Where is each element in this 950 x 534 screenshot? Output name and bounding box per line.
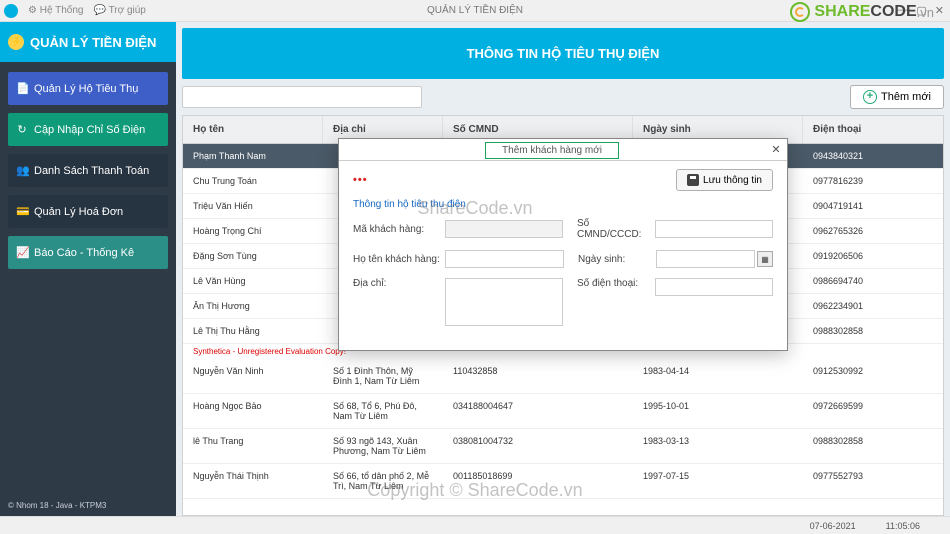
table-row[interactable]: Nguyễn Văn NinhSố 1 Đình Thôn, Mỹ Đình 1… <box>183 359 943 394</box>
refresh-icon: ↻ <box>16 123 28 136</box>
dialog-dots: ••• <box>353 174 368 186</box>
brand: ⚡ QUẢN LÝ TIỀN ĐIỆN <box>0 22 176 62</box>
table-row[interactable]: Nguyễn Thái ThịnhSố 66, tổ dân phố 2, Mễ… <box>183 464 943 499</box>
sidebar-item-label: Quản Lý Hộ Tiêu Thụ <box>34 83 138 95</box>
doc-icon: 📄 <box>16 82 28 95</box>
table-row[interactable]: Hoàng Ngọc BảoSố 68, Tổ 6, Phú Đô, Nam T… <box>183 394 943 429</box>
users-icon: 👥 <box>16 164 28 177</box>
label-hoten: Họ tên khách hàng: <box>353 254 445 265</box>
label-diachi: Địa chỉ: <box>353 278 445 289</box>
sidebar-item-label: Cập Nhập Chỉ Số Điện <box>34 124 145 136</box>
page-title: THÔNG TIN HỘ TIÊU THỤ ĐIỆN <box>182 28 944 79</box>
calendar-icon[interactable]: ▦ <box>757 251 773 267</box>
sidebar-item-label: Báo Cáo - Thống Kê <box>34 247 134 259</box>
add-customer-dialog: Thêm khách hàng mới ✕ ••• Lưu thông tin … <box>338 138 788 351</box>
input-cmnd[interactable] <box>655 220 773 238</box>
dialog-section-title: Thông tin hộ tiêu thụ điện <box>353 199 773 210</box>
chart-icon: 📈 <box>16 246 28 259</box>
dialog-title: Thêm khách hàng mới <box>485 142 619 159</box>
plus-icon: + <box>863 90 877 104</box>
app-icon <box>4 4 18 18</box>
add-button[interactable]: + Thêm mới <box>850 85 944 109</box>
minimize-icon[interactable]: — <box>897 4 908 17</box>
maximize-icon[interactable]: ▢ <box>916 4 926 17</box>
window-title: QUẢN LÝ TIỀN ĐIỆN <box>427 5 523 16</box>
input-makh[interactable] <box>445 220 563 238</box>
status-date: 07-06-2021 <box>810 521 856 531</box>
status-bar: 07-06-2021 11:05:06 <box>0 516 950 534</box>
col-name[interactable]: Họ tên <box>183 116 323 143</box>
window-titlebar: ⚙ Hệ Thống 💬 Trợ giúp QUẢN LÝ TIỀN ĐIỆN … <box>0 0 950 22</box>
label-cmnd: Số CMND/CCCD: <box>577 218 655 240</box>
search-input[interactable] <box>182 86 422 108</box>
input-sdt[interactable] <box>655 278 773 296</box>
sidebar-footer: © Nhom 18 - Java - KTPM3 <box>0 495 176 516</box>
label-ngaysinh: Ngày sinh: <box>578 254 656 265</box>
bolt-icon: ⚡ <box>8 34 24 50</box>
sidebar-item-label: Quản Lý Hoá Đơn <box>34 206 123 218</box>
sidebar-item-hoa-don[interactable]: 💳 Quản Lý Hoá Đơn <box>8 195 168 228</box>
menu-system[interactable]: ⚙ Hệ Thống <box>28 5 84 16</box>
input-ngaysinh[interactable] <box>656 250 755 268</box>
sidebar-item-thanh-toan[interactable]: 👥 Danh Sách Thanh Toán <box>8 154 168 187</box>
label-makh: Mã khách hàng: <box>353 224 445 235</box>
add-button-label: Thêm mới <box>881 91 931 103</box>
status-time: 11:05:06 <box>886 521 920 531</box>
sidebar-item-label: Danh Sách Thanh Toán <box>34 165 149 177</box>
label-sdt: Số điện thoại: <box>577 278 655 289</box>
dialog-close-button[interactable]: ✕ <box>765 143 787 156</box>
save-icon <box>687 174 699 186</box>
sidebar-item-ho-tieu-thu[interactable]: 📄 Quản Lý Hộ Tiêu Thụ <box>8 72 168 105</box>
save-button-label: Lưu thông tin <box>703 175 762 186</box>
sidebar-item-chi-so-dien[interactable]: ↻ Cập Nhập Chỉ Số Điện <box>8 113 168 146</box>
main-panel: THÔNG TIN HỘ TIÊU THỤ ĐIỆN + Thêm mới Họ… <box>176 22 950 516</box>
col-phone[interactable]: Điện thoại <box>803 116 943 143</box>
card-icon: 💳 <box>16 205 28 218</box>
table-row[interactable]: lê Thu TrangSố 93 ngõ 143, Xuân Phương, … <box>183 429 943 464</box>
input-hoten[interactable] <box>445 250 564 268</box>
sidebar-item-bao-cao[interactable]: 📈 Báo Cáo - Thống Kê <box>8 236 168 269</box>
menu-help[interactable]: 💬 Trợ giúp <box>94 5 146 16</box>
close-icon[interactable]: ✕ <box>935 4 944 17</box>
input-diachi[interactable] <box>445 278 563 326</box>
save-button[interactable]: Lưu thông tin <box>676 169 773 191</box>
sidebar: ⚡ QUẢN LÝ TIỀN ĐIỆN 📄 Quản Lý Hộ Tiêu Th… <box>0 22 176 516</box>
